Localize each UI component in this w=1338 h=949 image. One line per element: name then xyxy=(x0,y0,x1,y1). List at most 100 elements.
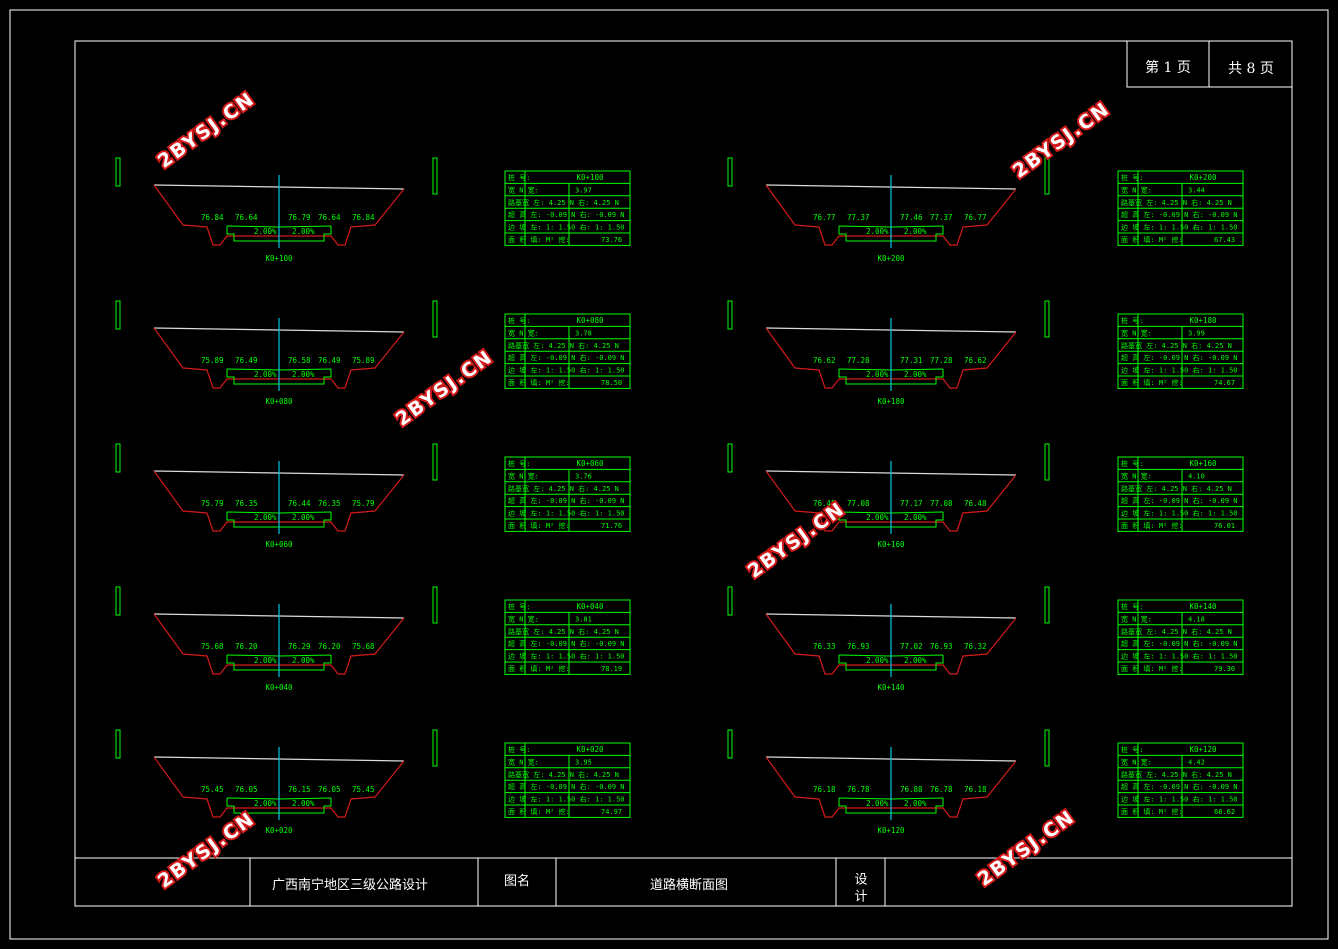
elevation-label: 77.37 xyxy=(930,213,953,222)
slope-right-label: 2.00% xyxy=(292,227,315,236)
elevation-label: 77.46 xyxy=(900,213,923,222)
table-station-head: 桩 号: xyxy=(1121,316,1143,325)
watermark-text: 2BYSJ.CN xyxy=(154,88,259,173)
table-slope-row: 超 高 左: -0.09 N 右: -0.09 N xyxy=(508,353,625,362)
level-rod-right xyxy=(432,729,438,767)
table-road-row: 路基宽 左: 4.25 N 右: 4.25 N xyxy=(1121,198,1232,207)
elevation-label: 76.84 xyxy=(201,213,224,222)
elevation-label: 76.18 xyxy=(964,785,987,794)
table-road-row: 路基宽 左: 4.25 N 右: 4.25 N xyxy=(508,341,619,350)
slope-right-label: 2.00% xyxy=(904,513,927,522)
table-slope-row: 超 高 左: -0.09 N 右: -0.09 N xyxy=(1121,639,1238,648)
table-area-value: 74.97 xyxy=(601,808,622,816)
elevation-label: 76.18 xyxy=(813,785,836,794)
elevation-label: 76.35 xyxy=(235,499,258,508)
level-rod-left xyxy=(727,586,733,616)
slope-right-label: 2.00% xyxy=(904,656,927,665)
elevation-label: 76.64 xyxy=(235,213,258,222)
table-slope-row: 超 高 左: -0.09 N 右: -0.09 N xyxy=(1121,782,1238,791)
table-area-row: 面 积 填: M² 挖: xyxy=(508,378,570,387)
cross-section-k0-100: 76.84 76.64 76.79 76.64 76.84 2.00% 2.00% K0+10… xyxy=(115,157,631,263)
elevation-label: 76.33 xyxy=(813,642,836,651)
table-dig-value: 4.42 xyxy=(1188,758,1205,766)
slope-left-label: 2.00% xyxy=(254,656,277,665)
station-label: K0+080 xyxy=(265,397,293,406)
station-label: K0+040 xyxy=(265,683,293,692)
level-rod-left xyxy=(727,729,733,759)
elevation-label: 75.45 xyxy=(352,785,375,794)
elevation-label: 76.44 xyxy=(288,499,311,508)
table-station-head: 桩 号: xyxy=(508,459,530,468)
station-label: K0+160 xyxy=(877,540,905,549)
elevation-label: 76.20 xyxy=(318,642,341,651)
table-station-value: K0+160 xyxy=(1189,459,1217,468)
table-dig-value: 3.76 xyxy=(575,472,592,480)
table-station-value: K0+180 xyxy=(1189,316,1217,325)
elevation-label: 75.89 xyxy=(352,356,375,365)
page-current: 第 1 页 xyxy=(1145,59,1191,76)
table-width-row: 宽 N 宽: xyxy=(508,757,539,766)
watermark-text: 2BYSJ.CN xyxy=(1009,98,1114,183)
section-data-table: 桩 号: K0+140 宽 N 宽: 4.18 路基宽 左: 4.25 N 右: 4.2… xyxy=(1117,599,1244,675)
cross-section-k0-060: 75.79 76.35 76.44 76.35 75.79 2.00% 2.00% K0+06… xyxy=(115,443,631,549)
level-rod-left xyxy=(115,586,121,616)
elevation-label: 77.08 xyxy=(930,499,953,508)
level-rod-right xyxy=(1044,586,1050,624)
level-rod-left xyxy=(727,443,733,473)
table-road-row: 路基宽 左: 4.25 N 右: 4.25 N xyxy=(1121,770,1232,779)
elevation-label: 76.78 xyxy=(847,785,870,794)
table-area-value: 78.50 xyxy=(601,379,622,387)
elevation-label: 75.89 xyxy=(201,356,224,365)
table-bank-row: 边 坡 左: 1: 1.50 右: 1: 1.50 xyxy=(508,509,625,518)
level-rod-right xyxy=(432,157,438,195)
table-station-head: 桩 号: xyxy=(508,602,530,611)
slope-right-label: 2.00% xyxy=(292,656,315,665)
elevation-label: 75.79 xyxy=(201,499,224,508)
elevation-label: 76.35 xyxy=(318,499,341,508)
elevation-label: 77.37 xyxy=(847,213,870,222)
elevation-label: 77.31 xyxy=(900,356,923,365)
table-bank-row: 边 坡 左: 1: 1.50 右: 1: 1.50 xyxy=(1121,509,1238,518)
elevation-label: 76.49 xyxy=(235,356,258,365)
level-rod-left xyxy=(115,157,121,187)
section-data-table: 桩 号: K0+040 宽 N 宽: 3.81 路基宽 左: 4.25 N 右: 4.2… xyxy=(504,599,631,675)
table-station-head: 桩 号: xyxy=(508,745,530,754)
level-rod-right xyxy=(1044,729,1050,767)
elevation-label: 77.08 xyxy=(847,499,870,508)
page-total: 共 8 页 xyxy=(1228,61,1274,77)
elevation-label: 77.17 xyxy=(900,499,923,508)
elevation-label: 76.48 xyxy=(964,499,987,508)
elevation-label: 77.02 xyxy=(900,642,923,651)
table-dig-value: 4.10 xyxy=(1188,472,1205,480)
table-slope-row: 超 高 左: -0.09 N 右: -0.09 N xyxy=(1121,496,1238,505)
table-bank-row: 边 坡 左: 1: 1.50 右: 1: 1.50 xyxy=(508,652,625,661)
station-label: K0+020 xyxy=(265,826,293,835)
cross-section-k0-140: 76.33 76.93 77.02 76.93 76.32 2.00% 2.00% K0+14… xyxy=(727,586,1244,692)
elevation-label: 75.79 xyxy=(352,499,375,508)
table-area-row: 面 积 填: M² 挖: xyxy=(508,664,570,673)
elevation-label: 76.29 xyxy=(288,642,311,651)
elevation-label: 76.77 xyxy=(813,213,836,222)
table-road-row: 路基宽 左: 4.25 N 右: 4.25 N xyxy=(1121,627,1232,636)
cross-section-k0-180: 76.62 77.28 77.31 77.28 76.62 2.00% 2.00% K0+18… xyxy=(727,300,1244,406)
slope-right-label: 2.00% xyxy=(904,370,927,379)
cross-section-k0-020: 75.45 76.05 76.15 76.05 75.45 2.00% 2.00% K0+02… xyxy=(115,729,631,835)
table-width-row: 宽 N 宽: xyxy=(1121,471,1152,480)
table-slope-row: 超 高 左: -0.09 N 右: -0.09 N xyxy=(508,782,625,791)
slope-left-label: 2.00% xyxy=(254,799,277,808)
level-rod-left xyxy=(115,729,121,759)
station-label: K0+140 xyxy=(877,683,905,692)
elevation-label: 76.32 xyxy=(964,642,987,651)
elevation-label: 76.15 xyxy=(288,785,311,794)
table-dig-value: 3.97 xyxy=(575,186,592,194)
elevation-label: 76.49 xyxy=(318,356,341,365)
table-dig-value: 3.44 xyxy=(1188,186,1205,194)
section-data-table: 桩 号: K0+120 宽 N 宽: 4.42 路基宽 左: 4.25 N 右: 4.2… xyxy=(1117,742,1244,818)
table-dig-value: 3.81 xyxy=(575,615,592,623)
table-bank-row: 边 坡 左: 1: 1.50 右: 1: 1.50 xyxy=(508,795,625,804)
slope-right-label: 2.00% xyxy=(292,513,315,522)
elevation-label: 76.05 xyxy=(318,785,341,794)
slope-left-label: 2.00% xyxy=(254,370,277,379)
elevation-label: 76.62 xyxy=(964,356,987,365)
section-data-table: 桩 号: K0+100 宽 N 宽: 3.97 路基宽 左: 4.25 N 右: 4.2… xyxy=(504,170,631,246)
